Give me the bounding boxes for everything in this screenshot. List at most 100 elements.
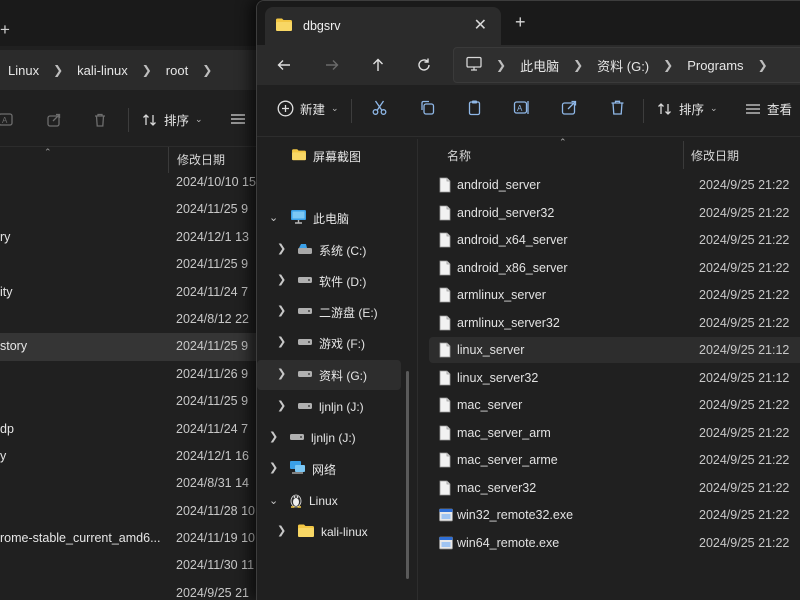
file-row[interactable]: android_x86_server 2024/9/25 21:22 <box>429 255 800 281</box>
background-table-row[interactable]: 2024/10/10 15 <box>0 169 262 196</box>
breadcrumb-this-pc[interactable]: 此电脑 <box>520 56 559 75</box>
background-file-date: 2024/11/19 10 <box>176 531 256 546</box>
background-table-row[interactable]: 2024/11/30 11 <box>0 552 262 579</box>
background-table-row[interactable]: rome-stable_current_amd6... 2024/11/19 10 <box>0 525 262 552</box>
file-name: android_x64_server <box>457 233 568 247</box>
svg-text:A: A <box>2 116 8 125</box>
paste-button[interactable] <box>467 99 484 116</box>
file-row[interactable]: armlinux_server32 2024/9/25 21:22 <box>429 310 800 336</box>
column-name[interactable]: 名称 <box>447 147 471 164</box>
pane-divider[interactable] <box>417 139 418 600</box>
background-new-tab-button[interactable]: + <box>0 20 10 40</box>
nav-item-kali-linux[interactable]: ❯ kali-linux <box>257 517 401 547</box>
nav-item-linux[interactable]: ⌄ Linux <box>257 486 401 516</box>
background-table-row[interactable]: 2024/11/25 9 <box>0 251 262 278</box>
file-icon <box>439 287 451 306</box>
background-sort-button[interactable]: 排序 ⌄ <box>142 110 203 129</box>
file-row[interactable]: android_server 2024/9/25 21:22 <box>429 172 800 198</box>
nav-item-screenshots[interactable]: 屏幕截图 <box>257 141 401 171</box>
background-table-row[interactable]: 2024/11/25 9 <box>0 196 262 223</box>
new-tab-button[interactable]: + <box>515 12 526 33</box>
file-row[interactable]: linux_server32 2024/9/25 21:12 <box>429 365 800 391</box>
sort-caret-icon: ⌃ <box>559 137 567 147</box>
new-button[interactable]: 新建 ⌄ <box>277 99 339 118</box>
background-file-date: 2024/11/24 7 <box>176 421 249 436</box>
breadcrumb-programs[interactable]: Programs <box>687 58 743 73</box>
chevron-right-icon: ❯ <box>277 243 287 255</box>
file-row[interactable]: android_x64_server 2024/9/25 21:22 <box>429 227 800 253</box>
file-row[interactable]: android_server32 2024/9/25 21:22 <box>429 200 800 226</box>
file-row[interactable]: linux_server 2024/9/25 21:12 <box>429 337 800 363</box>
up-arrow-icon[interactable] <box>361 48 395 82</box>
background-table-row[interactable]: 2024/8/31 14 <box>0 470 262 497</box>
sort-button[interactable]: 排序 ⌄ <box>657 99 718 118</box>
breadcrumb-linux[interactable]: Linux <box>8 63 39 78</box>
file-date: 2024/9/25 21:22 <box>699 233 790 247</box>
rename-button[interactable]: A <box>513 99 530 116</box>
chevron-right-icon: ❯ <box>269 431 279 443</box>
nav-item-drive-f[interactable]: ❯ 游戏 (F:) <box>257 328 401 358</box>
file-row[interactable]: mac_server_arme 2024/9/25 21:22 <box>429 447 800 473</box>
background-table-row[interactable]: 2024/11/28 10 <box>0 498 262 525</box>
delete-button[interactable] <box>609 99 626 116</box>
nav-item-this-pc[interactable]: ⌄ 此电脑 <box>257 203 401 233</box>
breadcrumb-drive-g[interactable]: 资料 (G:) <box>597 56 649 75</box>
translate-icon[interactable]: A <box>0 110 16 130</box>
view-button[interactable]: 查看 <box>745 99 792 118</box>
command-bar: 新建 ⌄ A 排序 ⌄ 查看 <box>257 85 800 137</box>
breadcrumb-root[interactable]: root <box>166 63 188 78</box>
breadcrumb-kali-linux[interactable]: kali-linux <box>77 63 128 78</box>
refresh-icon[interactable] <box>407 48 441 82</box>
column-date[interactable]: 修改日期 <box>691 147 739 164</box>
view-lines-icon[interactable] <box>230 111 246 130</box>
file-date: 2024/9/25 21:22 <box>699 205 790 220</box>
column-separator[interactable] <box>683 141 684 169</box>
file-icon <box>439 452 451 471</box>
background-file-date: 2024/11/30 11 <box>176 558 255 573</box>
nav-item-drive-g[interactable]: ❯ 资料 (G:) <box>257 360 401 390</box>
forward-arrow-icon[interactable] <box>315 48 349 82</box>
address-bar[interactable]: ❯ 此电脑 ❯ 资料 (G:) ❯ Programs ❯ <box>453 47 800 83</box>
explorer-window[interactable]: dbgsrv ✕ + ❯ 此电脑 ❯ 资料 (G:) ❯ Programs ❯ <box>256 0 800 600</box>
file-row[interactable]: mac_server_arm 2024/9/25 21:22 <box>429 420 800 446</box>
cut-button[interactable] <box>371 99 388 116</box>
file-row[interactable]: armlinux_server 2024/9/25 21:22 <box>429 282 800 308</box>
file-row[interactable]: win32_remote32.exe 2024/9/25 21:22 <box>429 502 800 528</box>
close-tab-icon[interactable]: ✕ <box>474 15 487 35</box>
share-icon[interactable] <box>44 110 64 130</box>
tab-dbgsrv[interactable]: dbgsrv ✕ <box>265 7 501 45</box>
back-arrow-icon[interactable] <box>267 48 301 82</box>
background-table-row[interactable]: 2024/8/12 22 <box>0 306 262 333</box>
file-row[interactable]: mac_server32 2024/9/25 21:22 <box>429 475 800 501</box>
drive-icon <box>289 431 305 445</box>
background-table-row[interactable]: 2024/9/25 21 <box>0 580 262 600</box>
file-date: 2024/9/25 21:22 <box>699 178 790 192</box>
folder-icon <box>291 148 307 164</box>
background-table-row[interactable]: dp 2024/11/24 7 <box>0 416 262 443</box>
background-table-row[interactable]: ity 2024/11/24 7 <box>0 279 262 306</box>
background-table-row[interactable]: ry 2024/12/1 13 <box>0 224 262 251</box>
copy-button[interactable] <box>419 99 436 116</box>
background-address-bar[interactable]: Linux ❯ kali-linux ❯ root ❯ <box>0 50 262 90</box>
chevron-down-icon: ⌄ <box>269 212 279 224</box>
trash-icon[interactable] <box>90 110 110 130</box>
nav-item-drive-c[interactable]: ❯ 系统 (C:) <box>257 235 401 265</box>
nav-item-drive-j-root[interactable]: ❯ ljnljn (J:) <box>257 423 401 453</box>
nav-item-drive-d[interactable]: ❯ 软件 (D:) <box>257 266 401 296</box>
background-file-date: 2024/12/1 16 <box>176 448 249 463</box>
background-sort-label: 排序 <box>164 114 190 128</box>
share-button[interactable] <box>561 99 578 116</box>
background-table-row[interactable]: y 2024/12/1 16 <box>0 443 262 470</box>
background-table-row[interactable]: 2024/11/26 9 <box>0 361 262 388</box>
chevron-right-icon: ❯ <box>269 462 279 474</box>
background-table-row[interactable]: 2024/11/25 9 <box>0 388 262 415</box>
file-row[interactable]: mac_server 2024/9/25 21:22 <box>429 392 800 418</box>
nav-scrollbar[interactable] <box>406 371 409 579</box>
nav-item-drive-e[interactable]: ❯ 二游盘 (E:) <box>257 297 401 327</box>
chevron-down-icon: ⌄ <box>710 103 718 113</box>
nav-item-network[interactable]: ❯ 网络 <box>257 454 401 484</box>
nav-item-drive-j[interactable]: ❯ ljnljn (J:) <box>257 392 401 422</box>
file-row[interactable]: win64_remote.exe 2024/9/25 21:22 <box>429 530 800 556</box>
background-explorer-window[interactable]: + Linux ❯ kali-linux ❯ root ❯ A 排序 ⌄ ⌃ 修… <box>0 0 262 600</box>
background-table-row[interactable]: story 2024/11/25 9 <box>0 333 262 361</box>
